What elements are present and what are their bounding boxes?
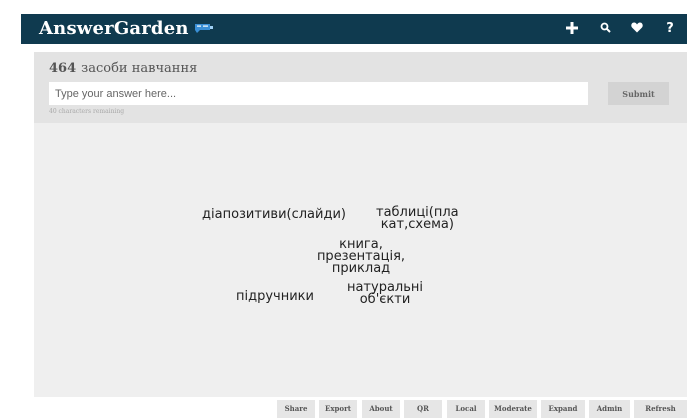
refresh-button[interactable]: Refresh [634,400,687,418]
answer-input[interactable] [49,82,588,105]
question-title: 464 засоби навчання [49,61,197,76]
brand-name: AnswerGarden [39,18,189,39]
cloud-word-line: приклад [331,261,391,276]
brand-logo[interactable]: AnswerGarden [39,18,214,39]
cloud-word[interactable]: книга, презентація, приклад [311,238,411,276]
question-number: 464 [49,61,77,76]
cloud-word-line: підручники [236,289,314,304]
answergarden-logo-icon [194,24,213,33]
characters-remaining: 40 characters remaining [49,108,125,115]
plus-icon [566,22,578,34]
admin-button[interactable]: Admin [589,400,630,418]
favorite-button[interactable] [628,20,646,38]
share-button[interactable]: Share [277,400,315,418]
question-header: 464 засоби навчання Submit 40 characters … [34,52,687,123]
moderate-button[interactable]: Moderate [489,400,537,418]
search-button[interactable] [596,20,614,38]
local-button[interactable]: Local [447,400,485,418]
export-button[interactable]: Export [319,400,357,418]
add-button[interactable] [563,20,581,38]
help-button[interactable]: ? [661,20,679,38]
heart-icon [631,22,643,33]
qr-button[interactable]: QR [404,400,442,418]
top-bar: AnswerGarden ? [21,14,687,44]
cloud-word-line: діапозитиви(слайди) [202,207,346,222]
answer-garden-panel: 464 засоби навчання Submit 40 characters … [34,52,687,397]
cloud-word[interactable]: натуральні об'єкти [340,281,430,307]
help-icon: ? [666,21,674,36]
answer-cloud: діапозитиви(слайди) таблиці(пла кат,схем… [34,123,687,397]
question-text: засоби навчання [81,61,198,76]
cloud-word[interactable]: діапозитиви(слайди) [202,207,346,222]
submit-button[interactable]: Submit [608,82,669,105]
about-button[interactable]: About [362,400,400,418]
cloud-word[interactable]: підручники [236,289,314,304]
cloud-word-line: кат,схема) [380,217,454,232]
cloud-word-line: об'єкти [359,292,411,307]
search-icon [600,22,611,33]
cloud-word[interactable]: таблиці(пла кат,схема) [376,206,459,232]
expand-button[interactable]: Expand [541,400,585,418]
